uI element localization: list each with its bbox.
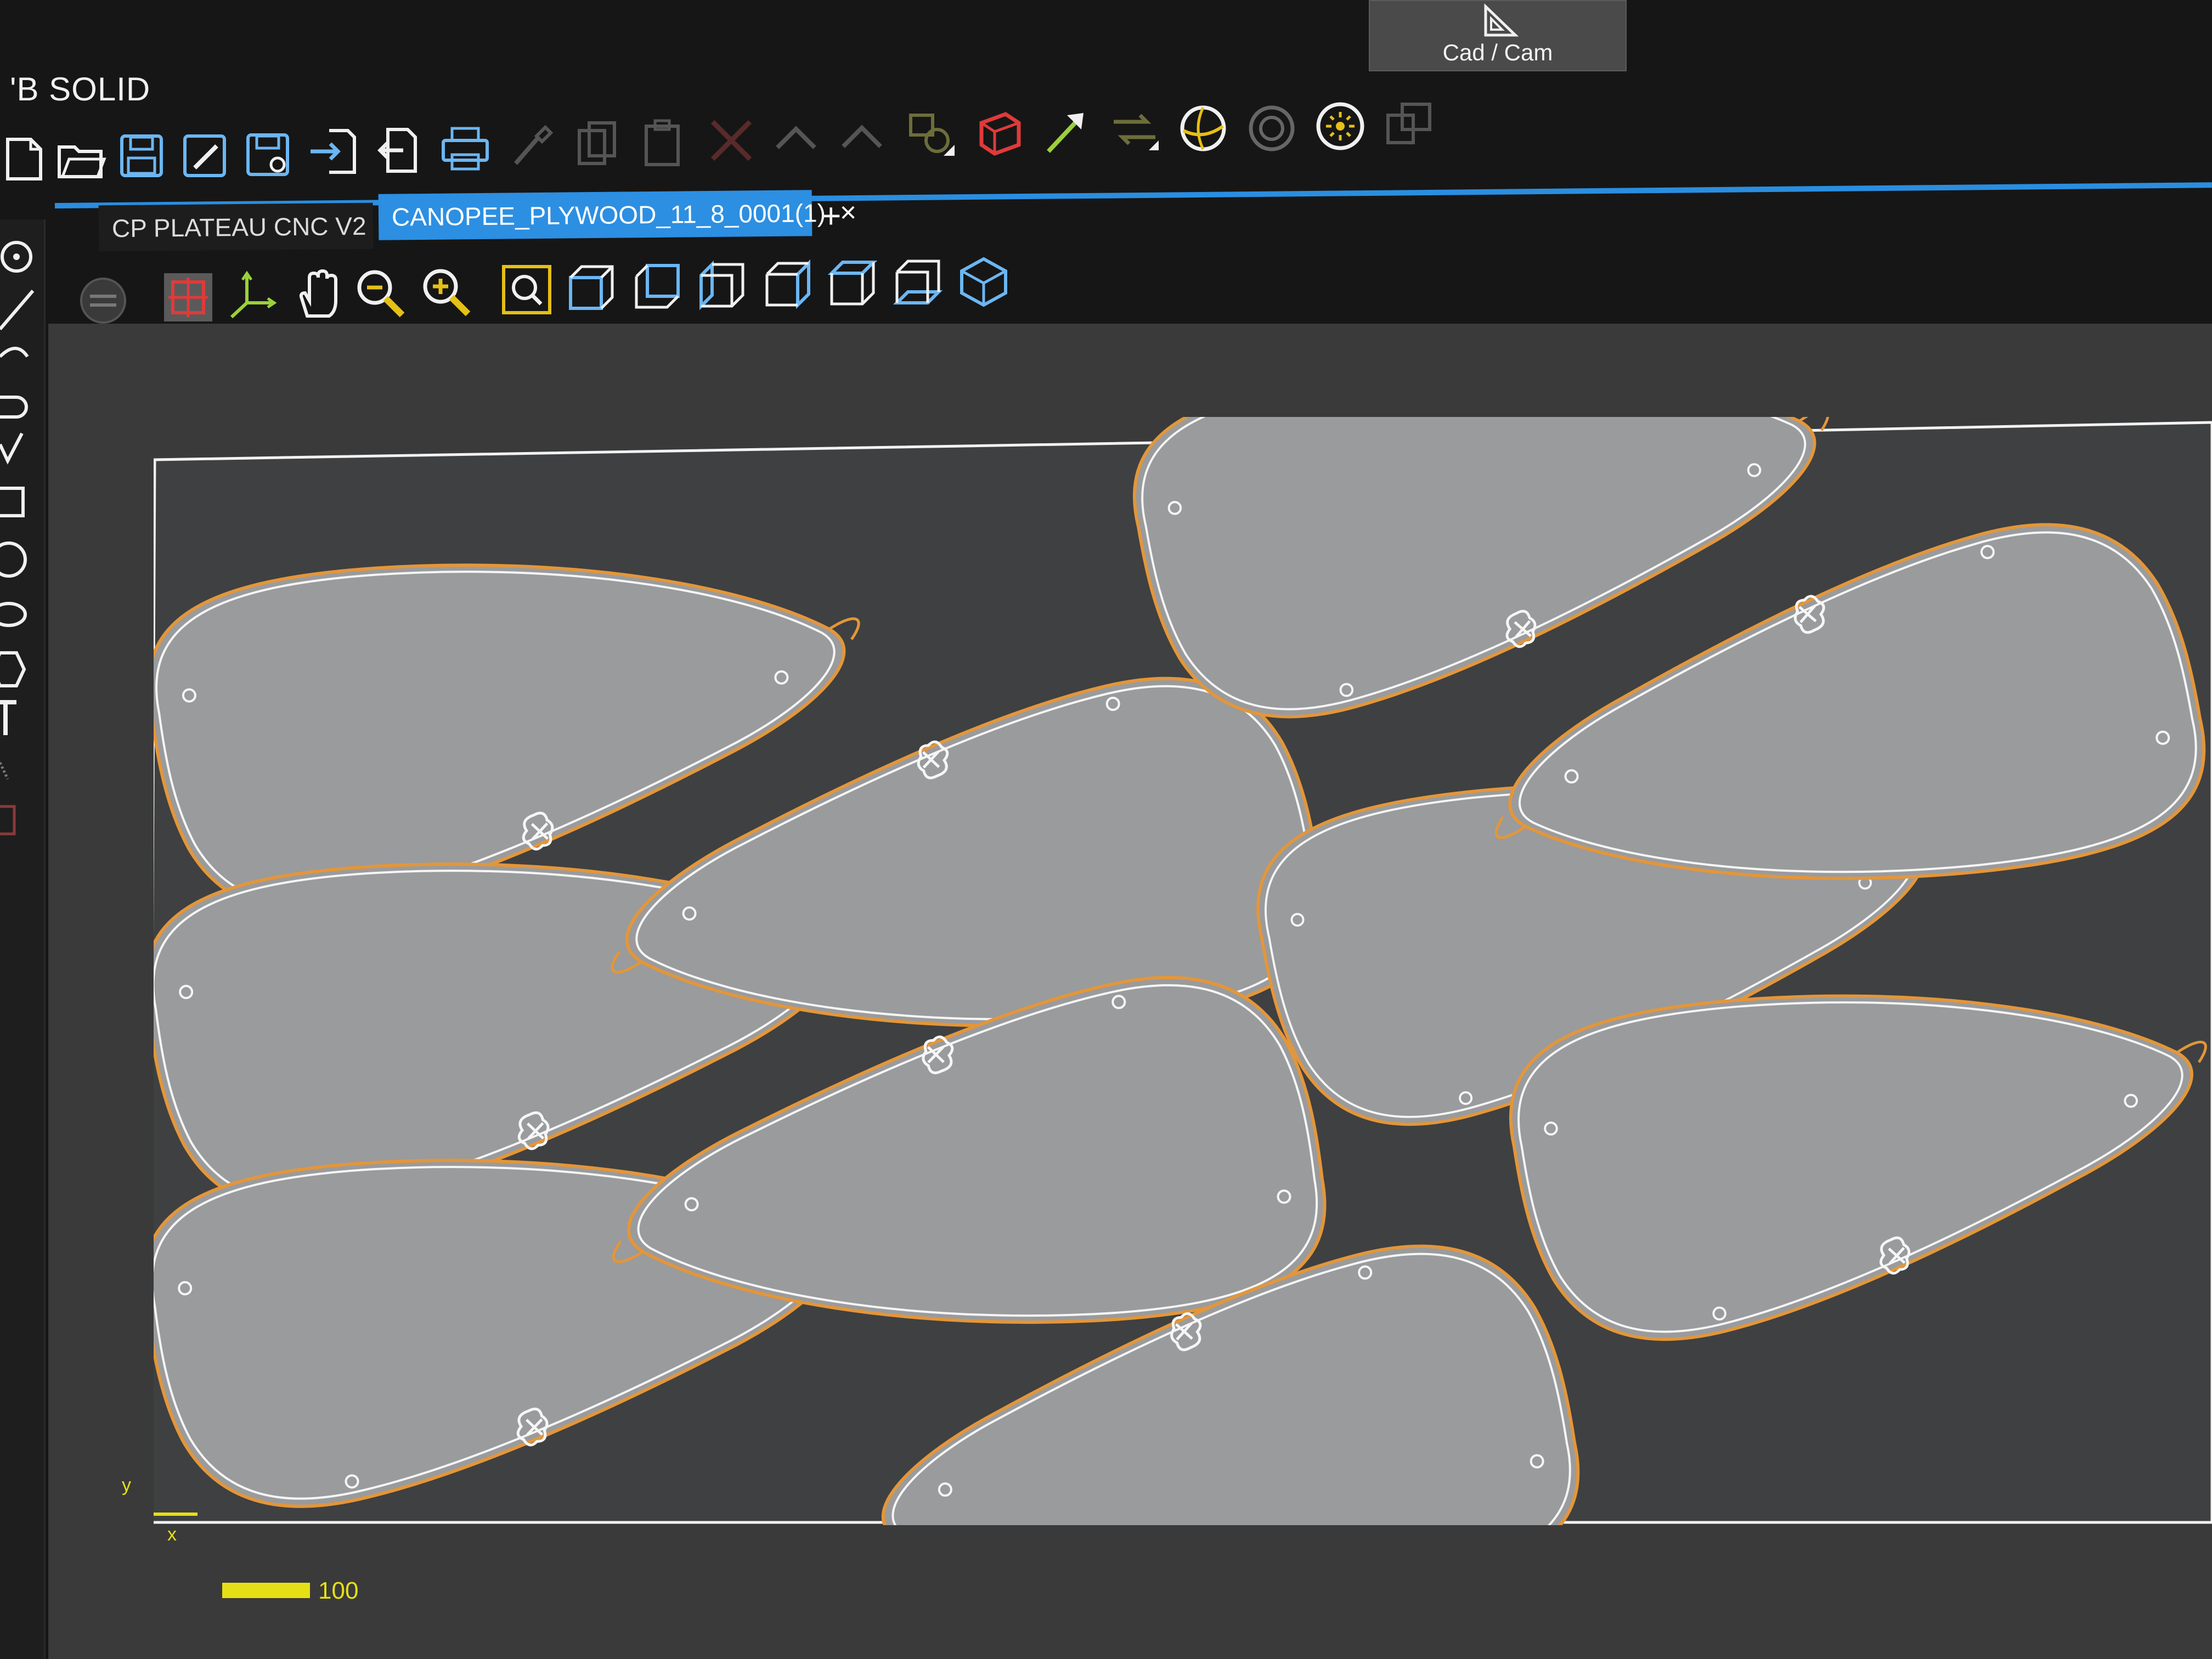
view-bottom-icon[interactable] [891,257,944,309]
view-settings-icon[interactable] [77,274,129,327]
export-icon[interactable] [376,124,428,177]
text-tool-icon[interactable] [0,700,16,735]
line-tool-icon[interactable] [0,290,35,330]
import-icon[interactable] [307,125,360,178]
zoom-window-icon[interactable] [500,263,553,316]
axis-y-label: y [122,1475,131,1496]
zoom-out-icon[interactable] [354,267,407,319]
brush-icon[interactable] [505,120,557,172]
paste-icon[interactable] [636,116,689,169]
left-toolbar [0,219,46,1659]
axes-icon[interactable] [225,270,278,323]
zoom-in-icon[interactable] [420,266,472,318]
arc-tool-icon[interactable] [0,347,29,358]
swap-icon[interactable] [1108,103,1161,156]
save-all-icon[interactable] [241,128,294,181]
new-tab-button[interactable]: + [821,195,841,236]
redo-icon[interactable] [837,111,889,164]
cadcam-button[interactable]: Cad / Cam [1369,0,1627,71]
arrow-green-icon[interactable] [1040,105,1092,158]
pan-hand-icon[interactable] [291,268,343,320]
set-square-icon [1484,3,1519,37]
cadcam-label: Cad / Cam [1442,40,1553,65]
new-file-icon[interactable] [0,132,53,184]
point-tool-icon[interactable] [1,241,32,273]
delete-icon[interactable] [705,114,758,167]
fill-tool-icon[interactable] [0,805,16,836]
open-folder-icon[interactable] [55,132,108,184]
scale-bar [222,1583,310,1598]
sphere-icon[interactable] [1177,102,1229,155]
check-tool-icon[interactable] [0,432,24,465]
shape-link-icon[interactable] [905,109,958,161]
dimension-tool-icon[interactable] [0,761,9,780]
save-as-icon[interactable] [178,129,231,182]
frame-icon[interactable] [1383,99,1435,151]
close-tab-icon[interactable]: × [840,196,857,229]
print-icon[interactable] [439,122,492,174]
tab-label: CP PLATEAU CNC V2 [111,211,366,243]
target-icon[interactable] [1245,102,1298,155]
sun-icon[interactable] [1314,100,1367,153]
view-left-icon[interactable] [696,260,748,313]
polygon-tool-icon[interactable] [0,651,26,687]
save-icon[interactable] [115,129,168,182]
select-target-icon[interactable] [162,271,215,324]
slot-tool-icon[interactable] [0,396,28,419]
view-iso-icon[interactable] [957,256,1010,308]
copy-icon[interactable] [571,117,623,170]
tab-canopee-plywood[interactable]: CANOPEE_PLYWOOD_11_8_0001(1) × [378,190,857,240]
app-title: 'B SOLID [10,71,151,108]
view-top-icon[interactable] [826,258,879,311]
cube-red-icon[interactable] [974,106,1026,159]
scale-label: 100 [318,1577,359,1604]
undo-icon[interactable] [771,112,823,165]
view-back-icon[interactable] [631,261,684,314]
view-right-icon[interactable] [761,259,814,312]
rectangle-tool-icon[interactable] [0,487,25,517]
view-front-icon[interactable] [565,262,618,315]
tab-cp-plateau[interactable]: CP PLATEAU CNC V2 × [98,202,397,252]
axis-x-label: x [167,1524,177,1545]
cad-drawing[interactable] [154,417,2212,1525]
ellipse-tool-icon[interactable] [0,602,27,627]
tab-label: CANOPEE_PLYWOOD_11_8_0001(1) [391,198,826,232]
circle-tool-icon[interactable] [0,541,27,578]
